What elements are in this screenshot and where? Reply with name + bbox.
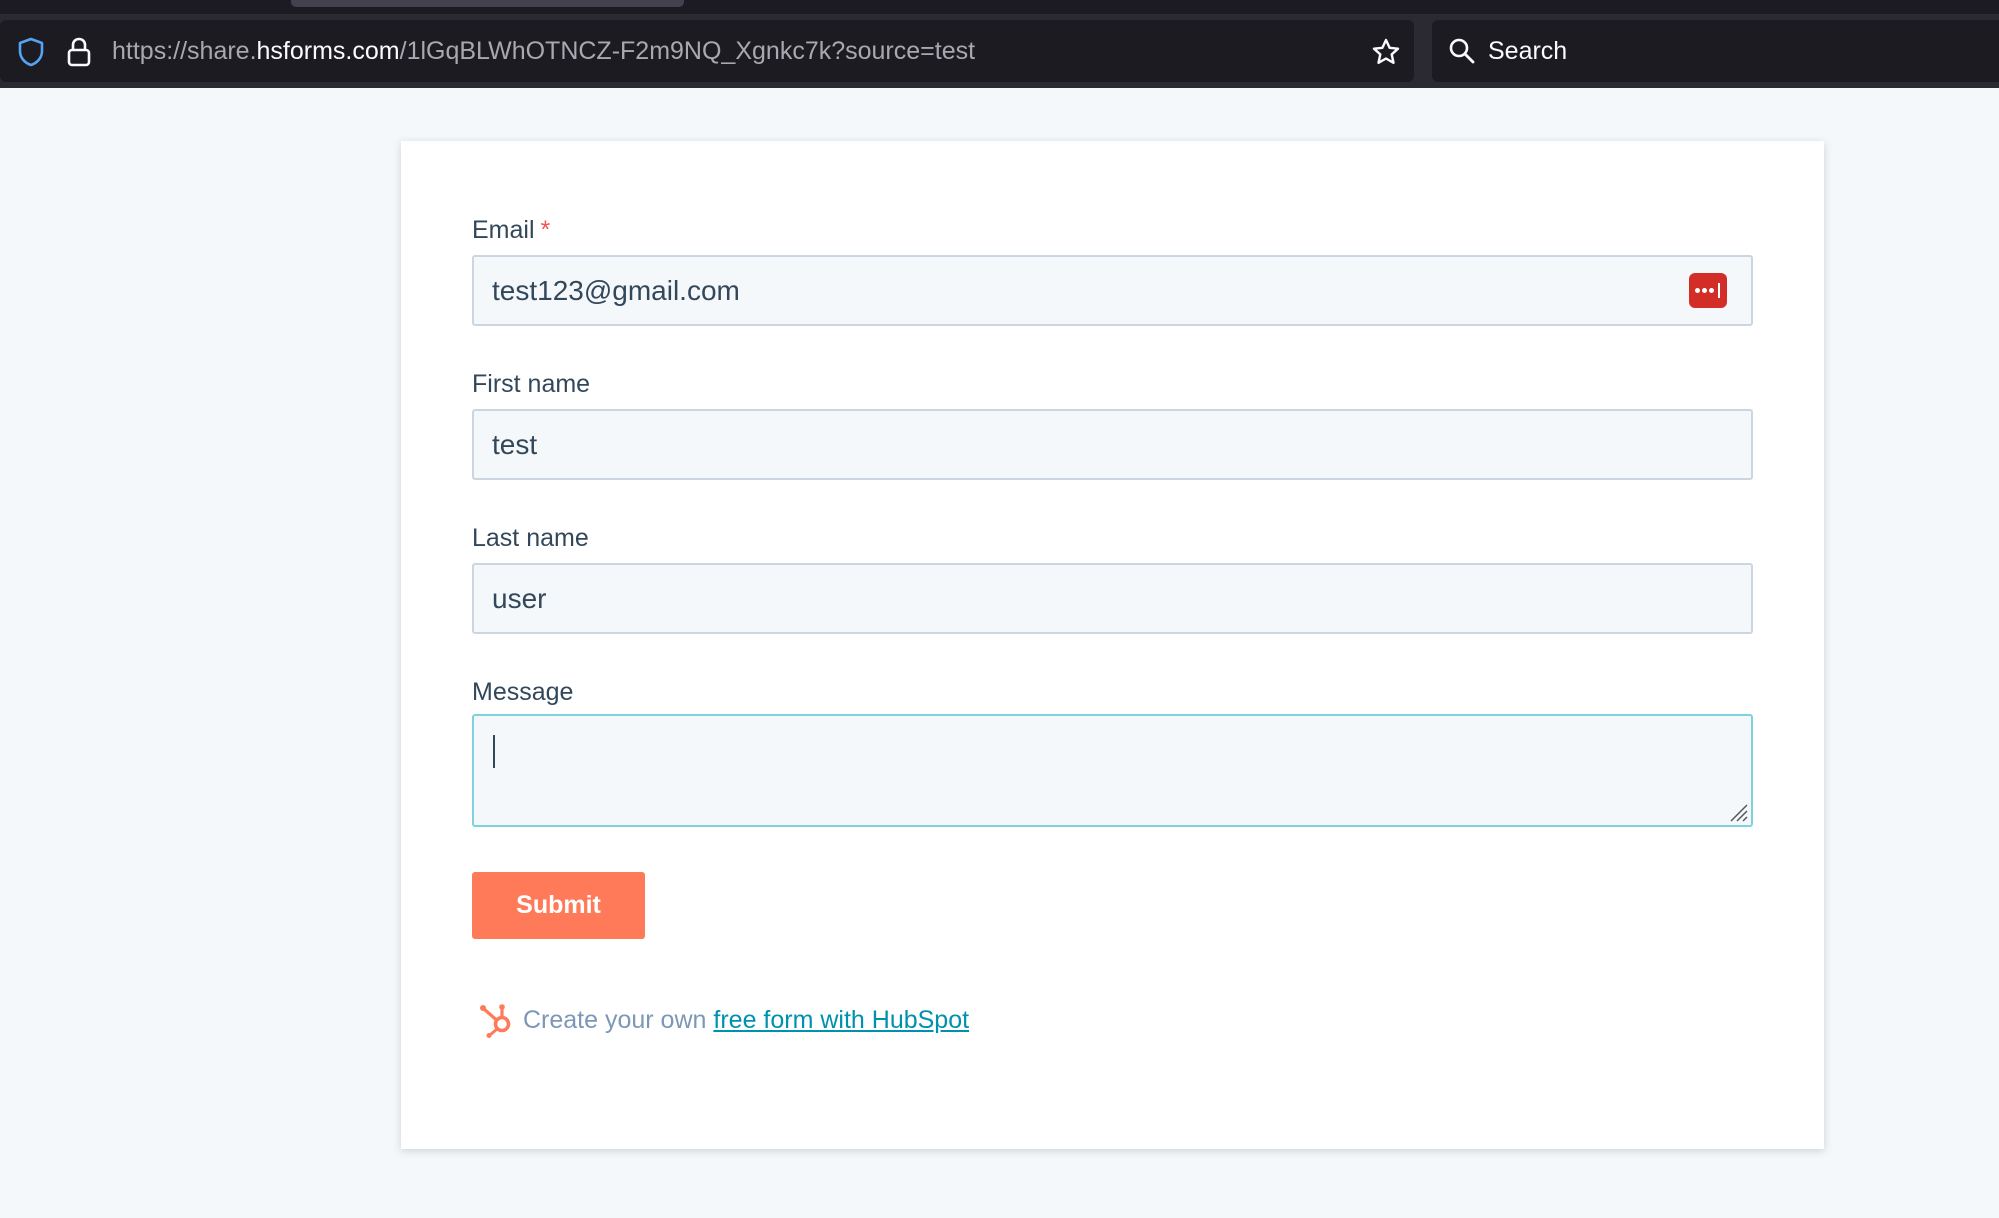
active-tab[interactable] [291,0,684,7]
browser-toolbar: https://share.hsforms.com/1lGqBLWhOTNCZ-… [0,14,1999,88]
submit-button[interactable]: Submit [472,872,645,939]
lock-icon[interactable] [66,36,92,68]
email-value: test123@gmail.com [492,275,740,306]
address-bar[interactable]: https://share.hsforms.com/1lGqBLWhOTNCZ-… [0,20,1414,82]
email-label: Email * [472,216,551,244]
resize-grip-icon[interactable] [1727,801,1749,823]
form-card: Email * test123@gmail.com First name test… [401,141,1824,1149]
required-asterisk: * [540,216,551,244]
url-host: hsforms.com [256,37,400,65]
email-field[interactable]: test123@gmail.com [472,255,1753,326]
text-caret [493,735,495,768]
shield-icon[interactable] [17,37,45,67]
url-text[interactable]: https://share.hsforms.com/1lGqBLWhOTNCZ-… [112,20,975,82]
password-manager-icon[interactable] [1689,273,1727,308]
footer-text: Create your own free form with HubSpot [523,1006,970,1034]
first-name-value: test [492,429,538,460]
search-bar[interactable]: Search [1432,20,1999,82]
search-placeholder: Search [1488,37,1568,65]
url-path: /1lGqBLWhOTNCZ-F2m9NQ_Xgnkc7k?source=tes… [399,37,976,65]
first-name-label: First name [472,370,591,398]
first-name-field[interactable]: test [472,409,1753,480]
search-icon [1449,38,1475,64]
message-label: Message [472,678,574,706]
tab-strip [0,0,1999,14]
last-name-label: Last name [472,524,589,552]
last-name-value: user [492,583,547,614]
hubspot-link[interactable]: free form with HubSpot [713,1006,969,1034]
message-textarea[interactable] [472,714,1753,827]
url-prefix: https://share. [112,37,257,65]
last-name-field[interactable]: user [472,563,1753,634]
bookmark-star-icon[interactable] [1371,37,1401,67]
hubspot-logo-icon [480,1004,511,1038]
